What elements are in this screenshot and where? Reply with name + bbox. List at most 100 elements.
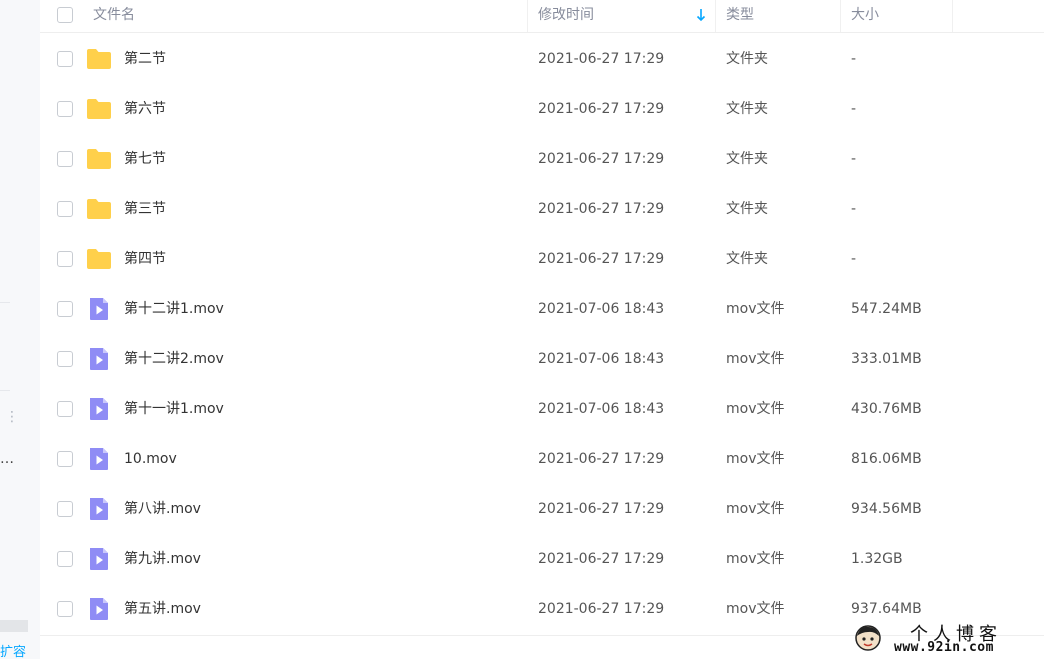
file-name[interactable]: 第六节 [124,84,166,134]
sidebar-truncated-text: … [0,451,14,467]
file-modified-time: 2021-06-27 17:29 [538,451,665,467]
file-modified-time: 2021-06-27 17:29 [538,551,665,567]
file-modified-time: 2021-06-27 17:29 [538,501,665,517]
file-list-header: 文件名 修改时间 类型 大小 [40,0,1044,33]
sidebar: ⋮ … 扩容 [0,0,40,660]
file-size: - [851,251,857,267]
column-separator[interactable] [840,0,841,32]
file-type: mov文件 [726,351,785,367]
file-modified-time: 2021-06-27 17:29 [538,601,665,617]
row-checkbox[interactable] [57,501,73,517]
folder-icon [86,246,112,272]
file-modified-time: 2021-06-27 17:29 [538,151,665,167]
file-size: 430.76MB [851,401,922,417]
file-name[interactable]: 第十二讲2.mov [124,334,224,384]
folder-icon [86,96,112,122]
file-row[interactable]: 第七节 2021-06-27 17:29 文件夹 - [40,134,1044,184]
video-file-icon [86,396,112,422]
file-modified-time: 2021-06-27 17:29 [538,201,665,217]
sidebar-scrollbar[interactable] [0,620,28,632]
file-name[interactable]: 第九讲.mov [124,534,201,584]
column-modified-header[interactable]: 修改时间 [538,0,594,32]
folder-icon [86,46,112,72]
file-type: mov文件 [726,451,785,467]
row-checkbox[interactable] [57,551,73,567]
file-modified-time: 2021-06-27 17:29 [538,101,665,117]
column-separator[interactable] [952,0,953,32]
file-name[interactable]: 第三节 [124,184,166,234]
video-file-icon [86,546,112,572]
file-type: mov文件 [726,301,785,317]
file-modified-time: 2021-07-06 18:43 [538,401,665,417]
file-name[interactable]: 第四节 [124,234,166,284]
arrow-down-icon[interactable] [695,7,707,23]
blog-logo-icon [855,625,881,651]
file-type: 文件夹 [726,101,768,117]
watermark: 个人博客 www.92in.com [850,620,1040,656]
file-modified-time: 2021-07-06 18:43 [538,301,665,317]
row-checkbox[interactable] [57,51,73,67]
file-type: mov文件 [726,551,785,567]
file-type: 文件夹 [726,51,768,67]
file-modified-time: 2021-06-27 17:29 [538,51,665,67]
row-checkbox[interactable] [57,251,73,267]
file-row[interactable]: 第十二讲1.mov 2021-07-06 18:43 mov文件 547.24MB [40,284,1044,334]
row-checkbox[interactable] [57,101,73,117]
file-type: mov文件 [726,601,785,617]
row-checkbox[interactable] [57,401,73,417]
file-row[interactable]: 第九讲.mov 2021-06-27 17:29 mov文件 1.32GB [40,534,1044,584]
folder-icon [86,146,112,172]
file-size: - [851,101,857,117]
file-type: mov文件 [726,501,785,517]
more-icon[interactable]: ⋮ [5,410,19,424]
video-file-icon [86,496,112,522]
column-separator[interactable] [715,0,716,32]
row-checkbox[interactable] [57,351,73,367]
video-file-icon [86,596,112,622]
file-row[interactable]: 第三节 2021-06-27 17:29 文件夹 - [40,184,1044,234]
video-file-icon [86,346,112,372]
file-name[interactable]: 10.mov [124,434,177,484]
file-row[interactable]: 第八讲.mov 2021-06-27 17:29 mov文件 934.56MB [40,484,1044,534]
file-type: 文件夹 [726,151,768,167]
file-row[interactable]: 第十一讲1.mov 2021-07-06 18:43 mov文件 430.76MB [40,384,1044,434]
file-name[interactable]: 第十一讲1.mov [124,384,224,434]
column-separator[interactable] [527,0,528,32]
file-size: 1.32GB [851,551,903,567]
file-modified-time: 2021-07-06 18:43 [538,351,665,367]
watermark-url: www.92in.com [894,640,994,655]
row-checkbox[interactable] [57,601,73,617]
file-row[interactable]: 10.mov 2021-06-27 17:29 mov文件 816.06MB [40,434,1044,484]
row-checkbox[interactable] [57,301,73,317]
file-name[interactable]: 第八讲.mov [124,484,201,534]
sidebar-divider [0,302,10,303]
row-checkbox[interactable] [57,201,73,217]
expand-storage-link[interactable]: 扩容 [0,641,26,660]
file-size: - [851,201,857,217]
file-size: 333.01MB [851,351,922,367]
file-name[interactable]: 第二节 [124,34,166,84]
row-checkbox[interactable] [57,451,73,467]
file-name[interactable]: 第十二讲1.mov [124,284,224,334]
video-file-icon [86,446,112,472]
file-size: - [851,151,857,167]
file-row[interactable]: 第十二讲2.mov 2021-07-06 18:43 mov文件 333.01MB [40,334,1044,384]
column-name-header[interactable]: 文件名 [93,0,135,32]
file-row[interactable]: 第二节 2021-06-27 17:29 文件夹 - [40,34,1044,84]
video-file-icon [86,296,112,322]
file-type: 文件夹 [726,251,768,267]
file-row[interactable]: 第四节 2021-06-27 17:29 文件夹 - [40,234,1044,284]
file-size: - [851,51,857,67]
file-name[interactable]: 第五讲.mov [124,584,201,634]
column-type-header[interactable]: 类型 [726,0,754,32]
file-type: mov文件 [726,401,785,417]
file-name[interactable]: 第七节 [124,134,166,184]
row-checkbox[interactable] [57,151,73,167]
file-row[interactable]: 第六节 2021-06-27 17:29 文件夹 - [40,84,1044,134]
column-size-header[interactable]: 大小 [851,0,879,32]
select-all-checkbox[interactable] [57,7,73,23]
file-modified-time: 2021-06-27 17:29 [538,251,665,267]
sidebar-divider [0,390,10,391]
file-size: 547.24MB [851,301,922,317]
file-type: 文件夹 [726,201,768,217]
